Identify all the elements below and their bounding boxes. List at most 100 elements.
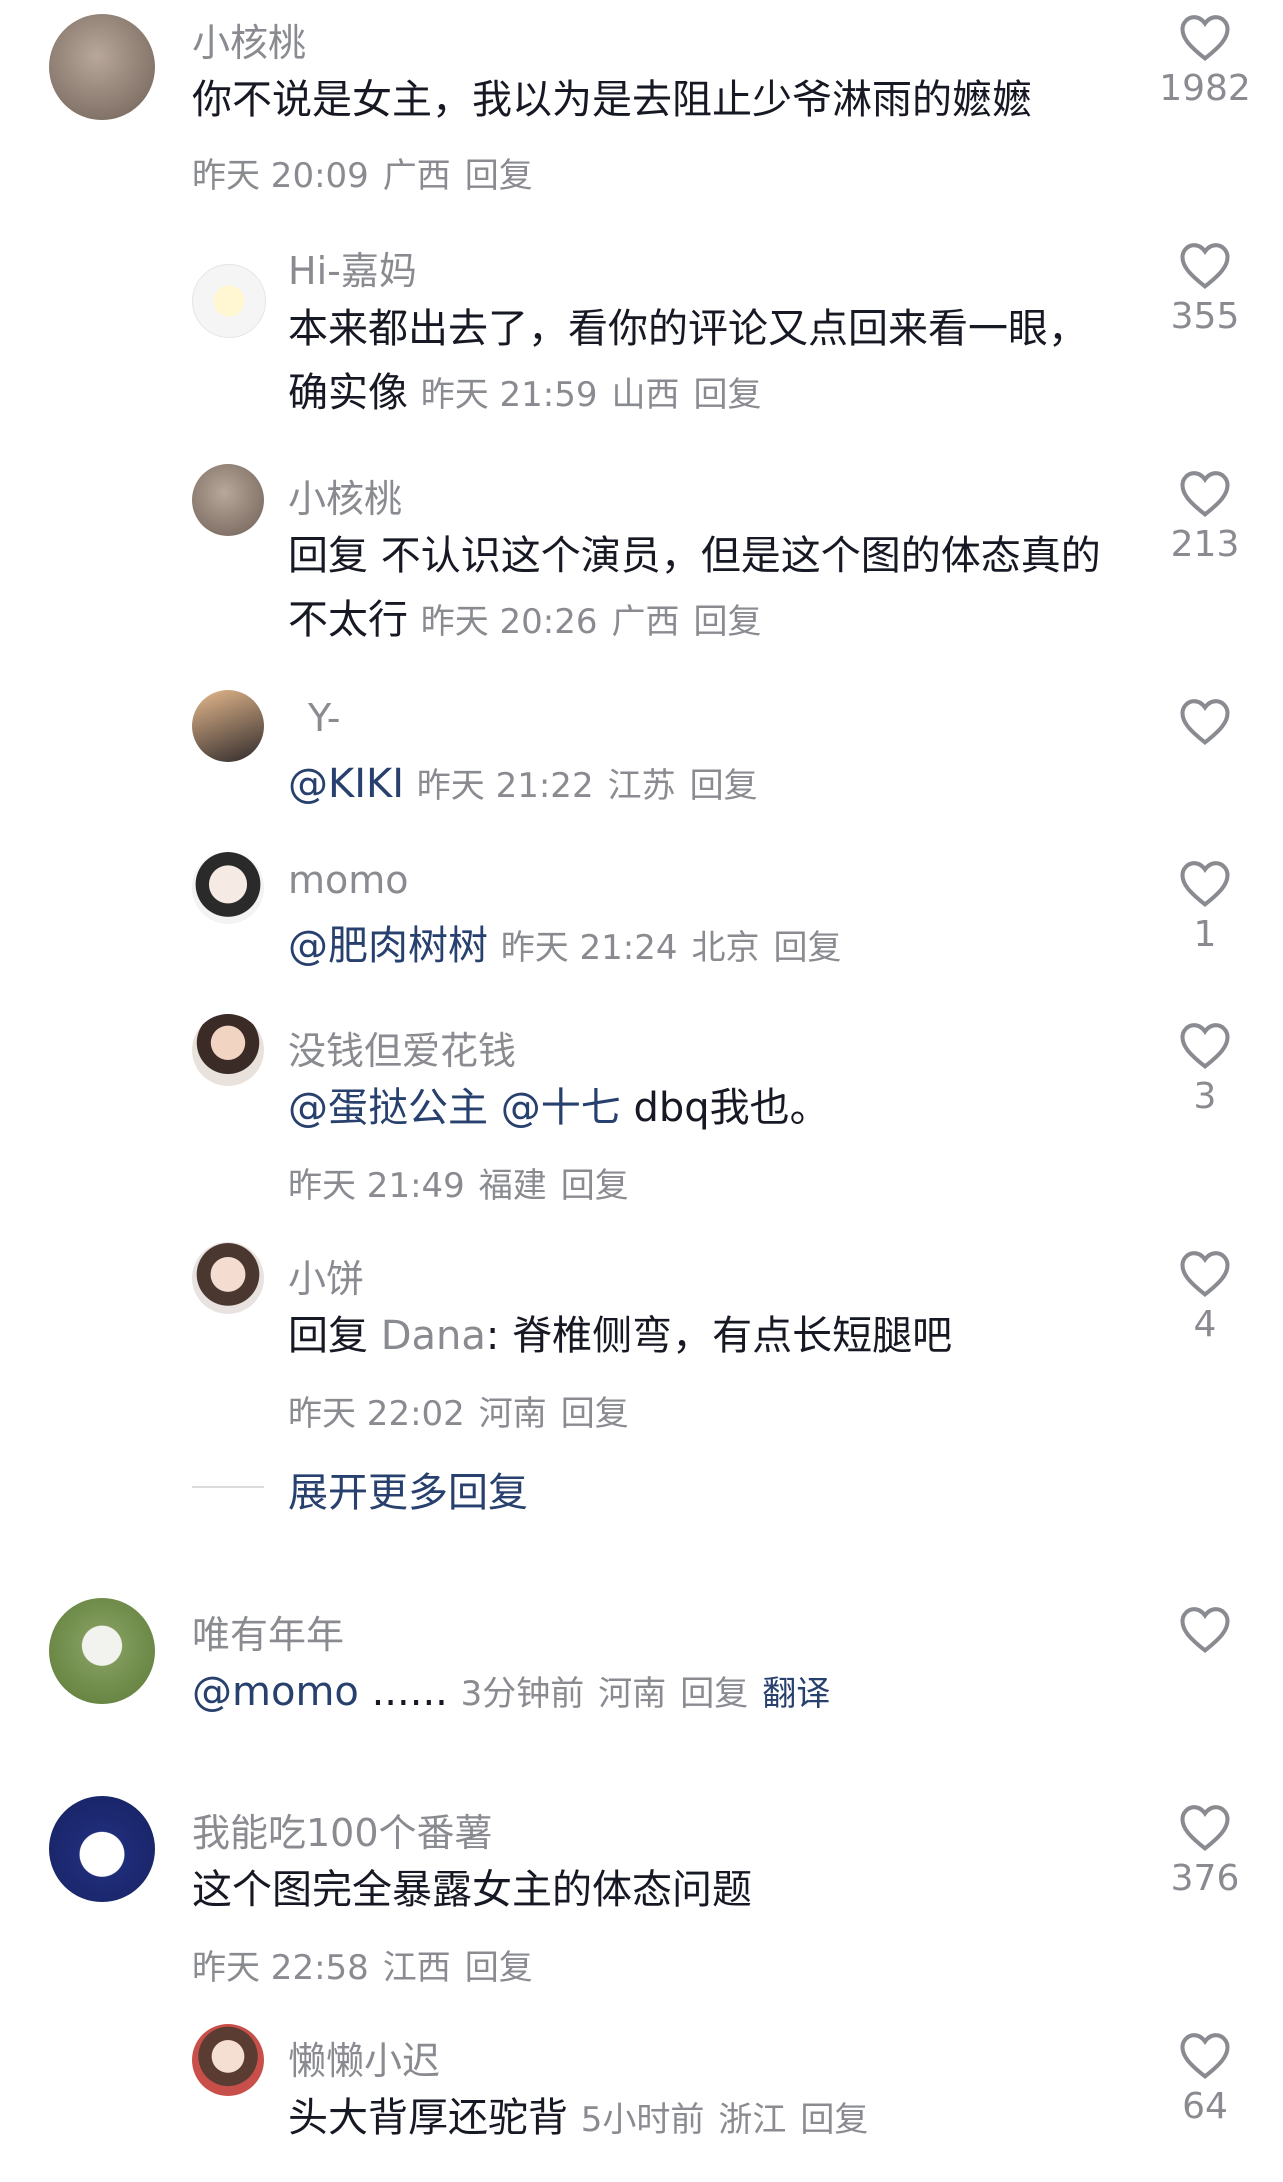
comment-time: 5小时前 xyxy=(580,2100,705,2140)
comment-author[interactable]: 懒懒小迟 xyxy=(288,2030,440,2085)
comment-text: 你不说是女主，我以为是去阻止少爷淋雨的嬷嬷 xyxy=(192,77,1032,123)
avatar[interactable] xyxy=(192,690,264,762)
reply-button[interactable]: 回复 xyxy=(800,2100,868,2140)
like-count: 3 xyxy=(1193,1076,1217,1117)
comment-body: dbq我也。 xyxy=(633,1085,830,1131)
comment-meta: 昨天 20:09 广西 回复 xyxy=(192,148,547,197)
like-count: 4 xyxy=(1193,1304,1217,1345)
like-count: 64 xyxy=(1182,2086,1228,2127)
comment-author[interactable]: momo xyxy=(288,858,409,902)
avatar[interactable] xyxy=(192,1014,264,1086)
heart-icon xyxy=(1180,1023,1230,1069)
comment-time: 昨天 21:22 xyxy=(416,766,594,806)
comment-text: 本来都出去了，看你的评论又点回来看一眼，确实像 昨天 21:59 山西 回复 xyxy=(288,297,1088,427)
like-button[interactable]: 213 xyxy=(1140,468,1270,565)
comment-time: 昨天 21:24 xyxy=(500,928,678,968)
comment-location: 浙江 xyxy=(718,2100,787,2140)
reply-prefix: 回复 xyxy=(288,1313,368,1359)
reply-button[interactable]: 回复 xyxy=(694,375,762,415)
like-count: 1 xyxy=(1193,914,1217,955)
mention-link[interactable]: @蛋挞公主 xyxy=(288,1085,488,1131)
reply-button[interactable]: 回复 xyxy=(465,156,533,196)
mention-link[interactable]: @momo xyxy=(192,1669,359,1715)
comment-location: 河南 xyxy=(478,1394,547,1434)
comment-author[interactable]: 没钱但爱花钱 xyxy=(288,1020,516,1075)
comment-meta: 昨天 21:22 江苏 回复 xyxy=(417,766,772,806)
like-button[interactable]: 3 xyxy=(1140,1020,1270,1117)
comment-time: 昨天 20:26 xyxy=(420,602,598,642)
comment-author[interactable]: 小核桃 xyxy=(288,468,402,523)
like-count: 1982 xyxy=(1159,68,1251,109)
like-button[interactable]: 64 xyxy=(1140,2030,1270,2127)
comment-author[interactable]: 我能吃100个番薯 xyxy=(192,1802,493,1857)
comment-author[interactable]: 小饼 xyxy=(288,1248,364,1303)
expand-divider xyxy=(192,1486,264,1488)
avatar[interactable] xyxy=(192,464,264,536)
comment-text: 头大背厚还驼背 5小时前 浙江 回复 xyxy=(288,2086,1128,2152)
avatar[interactable] xyxy=(192,1242,264,1314)
comment-location: 广西 xyxy=(611,602,680,642)
heart-icon xyxy=(1180,243,1230,289)
comment-text: @肥肉树树 昨天 21:24 北京 回复 xyxy=(288,914,1128,980)
reply-button[interactable]: 回复 xyxy=(774,928,842,968)
comment-meta: 昨天 21:49 福建 回复 xyxy=(288,1158,643,1207)
comment-author[interactable]: 小核桃 xyxy=(192,12,306,67)
comment-time: 3分钟前 xyxy=(460,1674,585,1714)
like-button[interactable] xyxy=(1140,696,1270,752)
heart-icon xyxy=(1180,861,1230,907)
comment-text: @蛋挞公主 @十七 dbq我也。 xyxy=(288,1076,1128,1140)
comment-location: 北京 xyxy=(691,928,760,968)
like-button[interactable]: 1982 xyxy=(1140,12,1270,109)
like-button[interactable]: 376 xyxy=(1140,1802,1270,1899)
comment-text: 回复 Dana: 脊椎侧弯，有点长短腿吧 xyxy=(288,1304,1128,1368)
translate-button[interactable]: 翻译 xyxy=(762,1674,830,1714)
comment-location: 江苏 xyxy=(607,766,676,806)
comment-meta: 昨天 21:59 山西 回复 xyxy=(421,375,776,415)
comment-meta: 5小时前 浙江 回复 xyxy=(581,2100,883,2140)
expand-replies-button[interactable]: 展开更多回复 xyxy=(288,1460,528,1518)
like-button[interactable]: 355 xyxy=(1140,240,1270,337)
avatar[interactable] xyxy=(192,852,264,924)
avatar[interactable] xyxy=(49,14,155,120)
comment-time: 昨天 22:58 xyxy=(192,1948,369,1988)
comment-author[interactable]: Y- xyxy=(308,696,340,740)
comment-text: @momo ...... 3分钟前 河南 回复 翻译 xyxy=(192,1660,1132,1726)
comment-location: 山西 xyxy=(611,375,680,415)
comment-meta: 昨天 20:26 广西 回复 xyxy=(421,602,776,642)
like-button[interactable] xyxy=(1140,1604,1270,1660)
avatar[interactable] xyxy=(49,1796,155,1902)
heart-icon xyxy=(1180,471,1230,517)
avatar[interactable] xyxy=(192,264,266,338)
reply-button[interactable]: 回复 xyxy=(465,1948,533,1988)
comment-body: ...... xyxy=(371,1669,448,1715)
reply-button[interactable]: 回复 xyxy=(680,1674,748,1714)
comment-meta: 昨天 21:24 北京 回复 xyxy=(501,928,856,968)
like-button[interactable]: 4 xyxy=(1140,1248,1270,1345)
mention-link[interactable]: @十七 xyxy=(501,1085,621,1131)
comment-text: 回复 不认识这个演员，但是这个图的体态真的不太行 昨天 20:26 广西 回复 xyxy=(288,524,1128,654)
comment-location: 江西 xyxy=(382,1948,451,1988)
heart-icon xyxy=(1180,1607,1230,1653)
comment-text: @KIKI 昨天 21:22 江苏 回复 xyxy=(288,752,1128,818)
reply-button[interactable]: 回复 xyxy=(690,766,758,806)
like-button[interactable]: 1 xyxy=(1140,858,1270,955)
comment-location: 广西 xyxy=(382,156,451,196)
comment-text: 这个图完全暴露女主的体态问题 xyxy=(192,1867,752,1913)
mention-link[interactable]: @KIKI xyxy=(288,761,404,807)
heart-icon xyxy=(1180,15,1230,61)
reply-button[interactable]: 回复 xyxy=(694,602,762,642)
avatar[interactable] xyxy=(192,2024,264,2096)
like-count: 213 xyxy=(1170,524,1240,565)
comment-author[interactable]: 唯有年年 xyxy=(192,1604,344,1659)
comment-author[interactable]: Hi-嘉妈 xyxy=(288,240,417,295)
mention-link[interactable]: @肥肉树树 xyxy=(288,923,488,969)
reply-button[interactable]: 回复 xyxy=(561,1394,629,1434)
avatar[interactable] xyxy=(49,1598,155,1704)
reply-prefix: 回复 xyxy=(288,533,368,579)
comment-body: 头大背厚还驼背 xyxy=(288,2095,568,2141)
reply-button[interactable]: 回复 xyxy=(561,1166,629,1206)
comment-time: 昨天 21:49 xyxy=(288,1166,465,1206)
reply-to-user[interactable]: Dana xyxy=(381,1313,486,1359)
comment-location: 福建 xyxy=(478,1166,547,1206)
like-count: 355 xyxy=(1170,296,1240,337)
